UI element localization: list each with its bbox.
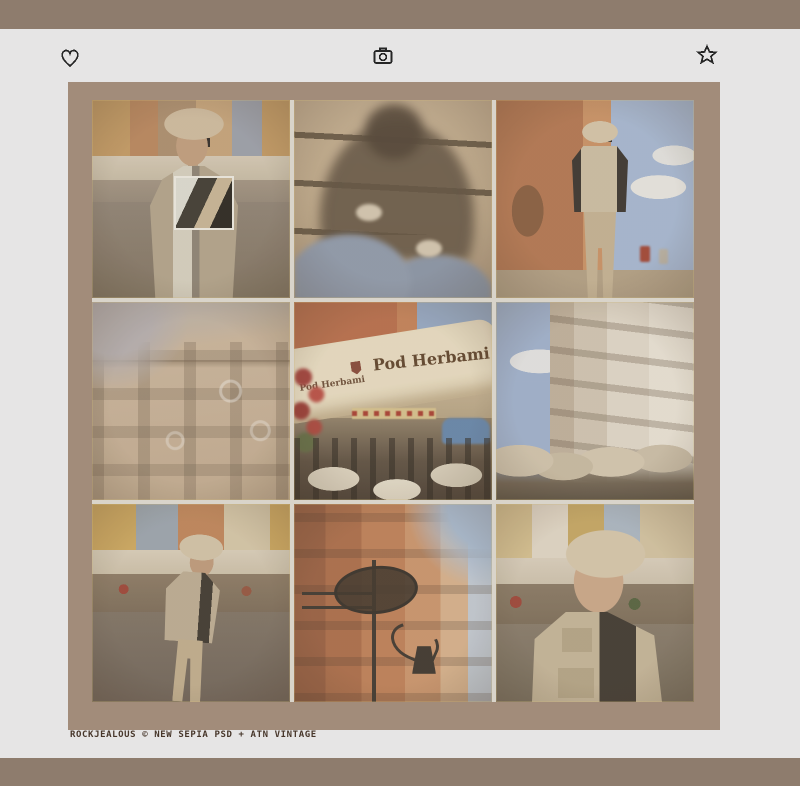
photo-frame: Pod Herbami Pod Herbami bbox=[68, 82, 720, 730]
cafe-tables bbox=[294, 438, 492, 500]
camera-icon bbox=[371, 47, 395, 71]
pedestrian-red-shirt bbox=[640, 246, 650, 262]
zoom-inset-box bbox=[174, 176, 234, 230]
jeans-legs bbox=[294, 214, 492, 298]
photo-grid: Pod Herbami Pod Herbami bbox=[92, 100, 694, 702]
photo-shadow-steps bbox=[294, 100, 492, 298]
photo-pod-herbami-cafe: Pod Herbami Pod Herbami bbox=[294, 302, 492, 500]
oval-shop-sign bbox=[332, 562, 420, 618]
heart-icon bbox=[58, 49, 82, 73]
photo-townhouse-row bbox=[496, 302, 694, 500]
credit-caption: ROCKJEALOUS © NEW SEPIA PSD + ATN VINTAG… bbox=[70, 730, 317, 740]
menu-banner bbox=[352, 408, 436, 419]
pedestrian bbox=[659, 249, 668, 264]
photo-square-portrait-inset bbox=[92, 100, 290, 298]
photo-street-walk bbox=[496, 100, 694, 298]
page: { "theme": { "page_bg": "#e6e5e5", "bar_… bbox=[0, 0, 800, 786]
photo-square-portrait bbox=[496, 504, 694, 702]
photo-baroque-facade bbox=[92, 302, 290, 500]
person-figure bbox=[150, 531, 234, 702]
favorite-button[interactable] bbox=[695, 43, 719, 67]
person-figure bbox=[530, 524, 670, 702]
sneaker-left bbox=[356, 204, 382, 221]
umbrella-row bbox=[496, 444, 694, 500]
top-border-bar bbox=[0, 0, 800, 29]
photo-square-stroll bbox=[92, 504, 290, 702]
person-figure bbox=[570, 120, 630, 298]
sneaker-right bbox=[416, 240, 442, 257]
crest-icon bbox=[350, 361, 362, 375]
camera-button[interactable] bbox=[371, 44, 395, 68]
photo-iron-sign-street bbox=[294, 504, 492, 702]
umbrella-label-large: Pod Herbami bbox=[371, 343, 491, 375]
like-button[interactable] bbox=[58, 46, 82, 70]
star-icon bbox=[695, 44, 719, 70]
bottom-border-bar bbox=[0, 758, 800, 786]
